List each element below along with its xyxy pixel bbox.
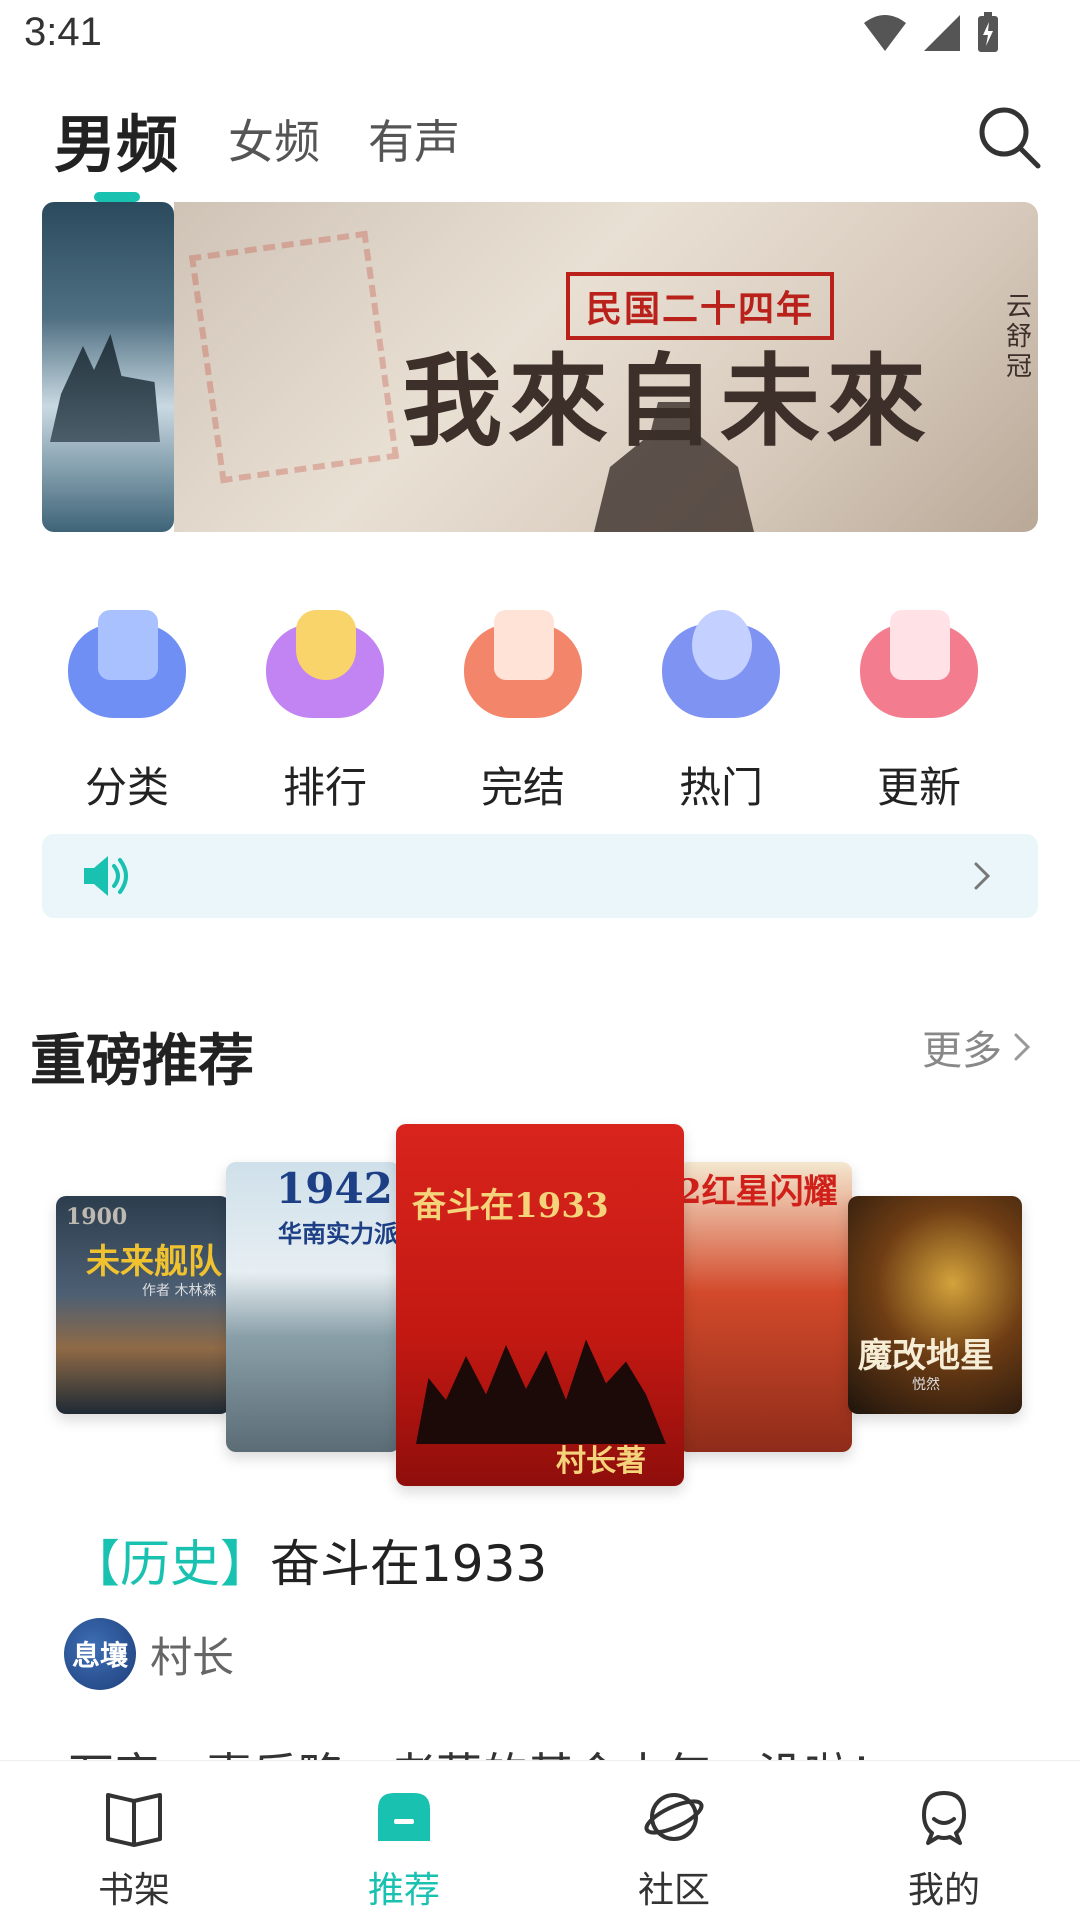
- category-label: 分类: [84, 763, 169, 812]
- banner-side-text: 云舒冠: [1006, 292, 1033, 382]
- book-cover[interactable]: 1900 未来舰队 作者 木林森: [56, 1196, 230, 1414]
- tab-male[interactable]: 男频: [54, 94, 178, 184]
- top-tabs: 男频 女频 有声: [0, 86, 1080, 206]
- status-time: 3:41: [24, 10, 102, 54]
- book-cover[interactable]: 2红星闪耀: [678, 1162, 852, 1452]
- author-row[interactable]: 息壤 村长: [64, 1618, 234, 1690]
- book-cover-title: 华南实力派: [278, 1219, 398, 1248]
- tab-indicator: [94, 192, 140, 202]
- bottom-nav: 书架 推荐 社区 我的: [0, 1760, 1080, 1920]
- chevron-right-icon: [1014, 1033, 1031, 1061]
- book-cover-top-text: 1900: [66, 1204, 128, 1230]
- book-cover-author: 村长著: [556, 1444, 646, 1479]
- nav-item-recommend[interactable]: 推荐: [304, 1785, 504, 1913]
- signal-icon: [924, 15, 960, 51]
- category-shortcuts: 分类 排行 完结 热门 更新: [42, 610, 1038, 812]
- tab-audio[interactable]: 有声: [368, 106, 460, 172]
- nav-item-community[interactable]: 社区: [574, 1785, 774, 1913]
- battery-icon: [978, 12, 998, 52]
- book-cover-title: 奋斗在1933: [412, 1186, 609, 1226]
- section-title: 重磅推荐: [30, 1029, 254, 1094]
- category-label: 更新: [876, 763, 961, 812]
- more-label: 更多: [922, 1028, 1002, 1074]
- category-item-ranking[interactable]: 排行: [240, 610, 390, 812]
- featured-genre: 【历史】: [70, 1535, 270, 1593]
- nav-label: 我的: [907, 1870, 980, 1911]
- author-name: 村长: [150, 1632, 235, 1682]
- nav-label: 推荐: [367, 1870, 440, 1911]
- book-cover-author: 作者 木林森: [142, 1283, 217, 1299]
- book-cover-title: 魔改地星: [858, 1336, 994, 1376]
- category-item-completed[interactable]: 完结: [438, 610, 588, 812]
- tab-female[interactable]: 女频: [228, 106, 320, 172]
- featured-title: 奋斗在1933: [270, 1535, 548, 1593]
- category-icon: [68, 610, 186, 718]
- book-cover-top-text: 1942: [276, 1164, 393, 1213]
- wifi-icon: [864, 15, 906, 51]
- search-icon[interactable]: [976, 104, 1044, 172]
- category-item-update[interactable]: 更新: [834, 610, 984, 812]
- featured-book-title[interactable]: 【历史】奋斗在1933: [70, 1524, 547, 1596]
- book-cover-silhouette: [416, 1339, 666, 1444]
- profile-icon: [922, 1791, 966, 1845]
- banner-stamp-decoration: [188, 230, 400, 484]
- status-bar: 3:41: [0, 0, 1080, 72]
- banner-prev-slide[interactable]: [42, 202, 174, 532]
- category-item-hot[interactable]: 热门: [636, 610, 786, 812]
- notice-bar[interactable]: [42, 834, 1038, 918]
- author-avatar: 息壤: [64, 1618, 136, 1690]
- book-cover-featured[interactable]: 奋斗在1933 村长著: [396, 1124, 684, 1486]
- banner-ship-image: [50, 334, 160, 442]
- update-icon: [860, 610, 978, 718]
- category-label: 完结: [480, 763, 565, 812]
- chevron-right-icon[interactable]: [966, 860, 998, 892]
- book-cover-title: 未来舰队: [86, 1242, 222, 1282]
- status-icons: [862, 12, 1000, 54]
- trophy-icon: [266, 610, 384, 718]
- nav-label: 书架: [97, 1870, 170, 1911]
- fire-icon: [662, 610, 780, 718]
- book-cover[interactable]: 1942 华南实力派: [226, 1162, 400, 1452]
- more-link[interactable]: 更多: [922, 1018, 1034, 1076]
- banner-carousel[interactable]: 民国二十四年 我來自未來 云舒冠: [42, 202, 1038, 532]
- completed-icon: [464, 610, 582, 718]
- category-label: 排行: [282, 763, 367, 812]
- nav-item-profile[interactable]: 我的: [844, 1785, 1044, 1913]
- book-cover[interactable]: 魔改地星 悦然: [848, 1196, 1022, 1414]
- nav-label: 社区: [637, 1870, 710, 1911]
- category-item-classify[interactable]: 分类: [42, 610, 192, 812]
- nav-item-bookshelf[interactable]: 书架: [34, 1785, 234, 1913]
- book-cover-title: 2红星闪耀: [678, 1172, 838, 1212]
- speaker-icon: [84, 856, 128, 896]
- community-icon: [644, 1793, 704, 1841]
- book-carousel[interactable]: 1900 未来舰队 作者 木林森 1942 华南实力派 奋斗在1933 村长著 …: [0, 1120, 1080, 1490]
- book-cover-author: 悦然: [912, 1377, 940, 1393]
- banner-slide[interactable]: 民国二十四年 我來自未來 云舒冠: [174, 202, 1038, 532]
- category-label: 热门: [678, 763, 763, 812]
- bookshelf-icon: [106, 1793, 162, 1847]
- recommend-icon: [378, 1793, 430, 1841]
